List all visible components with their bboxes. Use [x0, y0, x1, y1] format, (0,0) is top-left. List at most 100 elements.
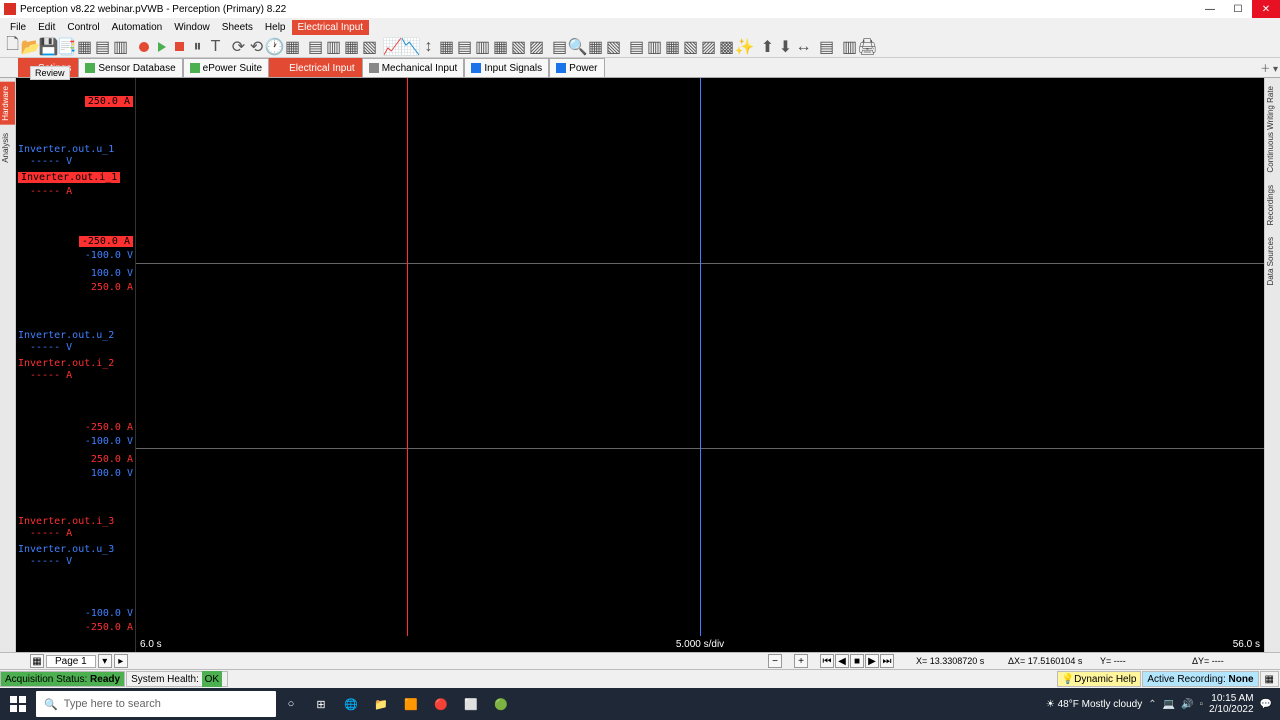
vtab-continuous-writing-rate[interactable]: Continuous Writing Rate: [1265, 82, 1280, 177]
tool-icon[interactable]: ▧: [682, 38, 699, 55]
tool-icon[interactable]: ▦: [438, 38, 455, 55]
edge-icon[interactable]: 🌐: [336, 688, 366, 720]
page-next-icon[interactable]: ▸: [114, 654, 128, 668]
tool-icon[interactable]: ▥: [112, 38, 129, 55]
nav-stop-icon[interactable]: ■: [850, 654, 864, 668]
cursor-red[interactable]: [407, 78, 408, 652]
pause-icon[interactable]: ⏸: [189, 38, 206, 55]
nav-last-icon[interactable]: ⏭: [880, 654, 894, 668]
tool-icon[interactable]: ⬆: [759, 38, 776, 55]
tab-epower-suite[interactable]: ePower Suite: [183, 58, 269, 77]
record-icon[interactable]: [135, 38, 152, 55]
close-button[interactable]: ✕: [1252, 0, 1280, 18]
tab-power[interactable]: Power: [549, 58, 604, 77]
tab-mechanical-input[interactable]: Mechanical Input: [362, 58, 465, 77]
clock[interactable]: 10:15 AM 2/10/2022: [1209, 693, 1254, 715]
tool-icon[interactable]: ▧: [361, 38, 378, 55]
nav-first-icon[interactable]: ⏮: [820, 654, 834, 668]
tool-icon[interactable]: ▧: [605, 38, 622, 55]
vtab-analysis[interactable]: Analysis: [0, 129, 15, 167]
open-icon[interactable]: 📂: [22, 38, 39, 55]
tool-icon[interactable]: ▤: [628, 38, 645, 55]
cortana-icon[interactable]: ○: [276, 688, 306, 720]
minimize-button[interactable]: —: [1196, 0, 1224, 18]
play-icon[interactable]: [153, 38, 170, 55]
tool-icon[interactable]: ▤: [94, 38, 111, 55]
menu-help[interactable]: Help: [259, 20, 292, 35]
plot-area[interactable]: 6.0 s 5.000 s/div 56.0 s: [136, 78, 1264, 652]
tool-icon[interactable]: ▤: [818, 38, 835, 55]
tool-icon[interactable]: ↔: [795, 38, 812, 55]
tool-icon[interactable]: ▥: [474, 38, 491, 55]
nav-prev-icon[interactable]: ◀: [835, 654, 849, 668]
chrome-icon[interactable]: 🟢: [486, 688, 516, 720]
tool-icon[interactable]: ▨: [528, 38, 545, 55]
nav-zoom-out-icon[interactable]: −: [768, 654, 782, 668]
menu-window[interactable]: Window: [168, 20, 216, 35]
tool-icon[interactable]: ▦: [343, 38, 360, 55]
tool-icon[interactable]: ▥: [325, 38, 342, 55]
network-icon[interactable]: 💻: [1163, 699, 1175, 710]
cursor-blue[interactable]: [700, 78, 701, 652]
volume-icon[interactable]: 🔊: [1181, 699, 1193, 710]
tool-icon[interactable]: ▦: [664, 38, 681, 55]
menu-edit[interactable]: Edit: [32, 20, 61, 35]
tab-electrical-input[interactable]: Electrical Input: [269, 58, 362, 77]
chart-icon[interactable]: 📈: [384, 38, 401, 55]
tab-add-icon[interactable]: ＋ ▾: [1260, 60, 1278, 75]
text-icon[interactable]: T: [207, 38, 224, 55]
nav-zoom-in-icon[interactable]: +: [794, 654, 808, 668]
menu-sheets[interactable]: Sheets: [216, 20, 259, 35]
chevron-up-icon[interactable]: ⌃: [1148, 699, 1156, 710]
tab-input-signals[interactable]: Input Signals: [464, 58, 549, 77]
tool-icon[interactable]: ▤: [551, 38, 568, 55]
app-icon[interactable]: 🟧: [396, 688, 426, 720]
nav-play-icon[interactable]: ▶: [865, 654, 879, 668]
tool-icon[interactable]: ▦: [492, 38, 509, 55]
tool-icon[interactable]: ▥: [841, 38, 858, 55]
tool-icon[interactable]: ▤: [456, 38, 473, 55]
tool-icon[interactable]: ▦: [76, 38, 93, 55]
stop-icon[interactable]: [171, 38, 188, 55]
page-dropdown-icon[interactable]: ▾: [98, 654, 112, 668]
zoom-icon[interactable]: 🔍: [569, 38, 586, 55]
tool-icon[interactable]: ▦: [284, 38, 301, 55]
sync-icon[interactable]: ⟲: [248, 38, 265, 55]
tool-icon[interactable]: ▩: [718, 38, 735, 55]
print-icon[interactable]: 🖨: [859, 38, 876, 55]
vtab-recordings[interactable]: Recordings: [1265, 181, 1280, 229]
clock-icon[interactable]: 🕐: [266, 38, 283, 55]
status-extra-icon[interactable]: ▦: [1260, 671, 1279, 687]
vtab-data-sources[interactable]: Data Sources: [1265, 233, 1280, 289]
wand-icon[interactable]: ✨: [736, 38, 753, 55]
chart-icon[interactable]: 📉: [402, 38, 419, 55]
menu-control[interactable]: Control: [61, 20, 105, 35]
tool-icon[interactable]: ▦: [587, 38, 604, 55]
waveform-display[interactable]: 250.0 A Inverter.out.u_1 ----- V Inverte…: [16, 78, 1264, 652]
notifications-icon[interactable]: 💬: [1260, 699, 1272, 710]
save-icon[interactable]: 💾: [40, 38, 57, 55]
new-icon[interactable]: 🗋: [4, 38, 21, 55]
vtab-hardware[interactable]: Hardware: [0, 82, 15, 125]
start-button[interactable]: [0, 688, 36, 720]
tool-icon[interactable]: ▨: [700, 38, 717, 55]
tool-icon[interactable]: ⬇: [777, 38, 794, 55]
menu-electrical-input[interactable]: Electrical Input: [292, 20, 370, 35]
menu-automation[interactable]: Automation: [106, 20, 169, 35]
tool-icon[interactable]: ▤: [307, 38, 324, 55]
tool-icon[interactable]: ▧: [510, 38, 527, 55]
page-icon[interactable]: ▦: [30, 654, 44, 668]
tab-sensor-database[interactable]: Sensor Database: [78, 58, 182, 77]
taskview-icon[interactable]: ⊞: [306, 688, 336, 720]
cursor-icon[interactable]: ↕: [420, 38, 437, 55]
app-icon[interactable]: 🔴: [426, 688, 456, 720]
app-icon[interactable]: ⬜: [456, 688, 486, 720]
page-tab[interactable]: Page 1: [46, 655, 96, 668]
weather-widget[interactable]: ☀ 48°F Mostly cloudy: [1046, 699, 1142, 710]
tray-icon[interactable]: ▫: [1200, 699, 1204, 710]
save-all-icon[interactable]: 📑: [58, 38, 75, 55]
dynamic-help[interactable]: 💡 Dynamic Help: [1057, 671, 1142, 687]
maximize-button[interactable]: ☐: [1224, 0, 1252, 18]
tool-icon[interactable]: ▥: [646, 38, 663, 55]
explorer-icon[interactable]: 📁: [366, 688, 396, 720]
